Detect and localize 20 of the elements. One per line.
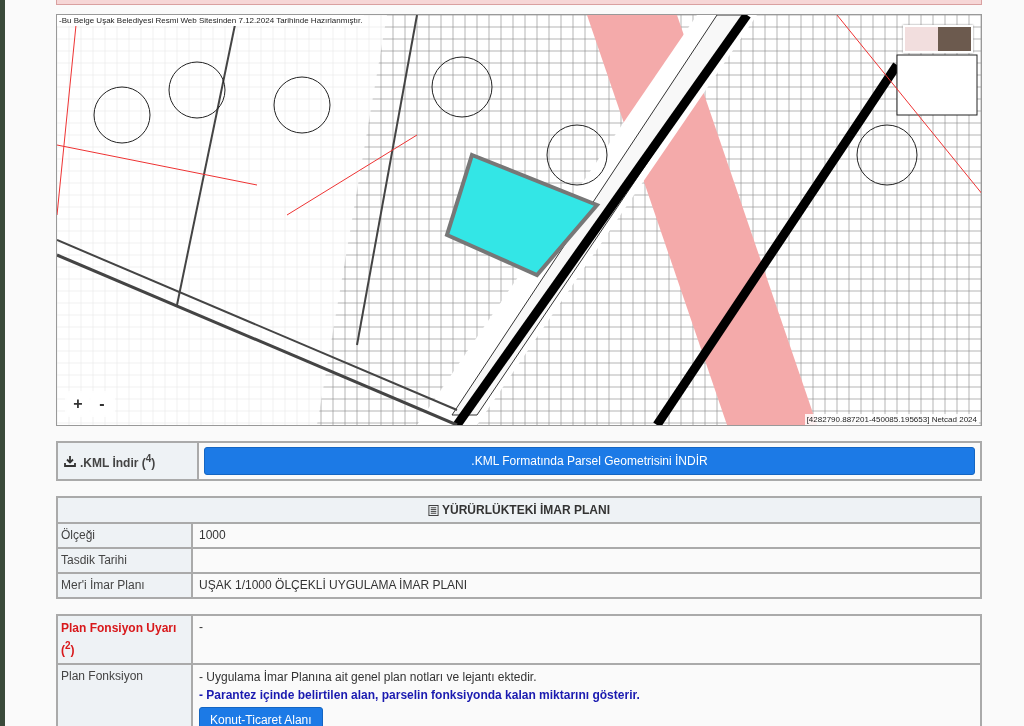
- download-icon: [64, 455, 76, 467]
- kml-label: .KML İndir ($^{4}$): [80, 452, 156, 470]
- warning-label-cell: Plan Fonsiyon Uyarı ($^{2}$): [58, 616, 193, 663]
- kml-download-button[interactable]: .KML Formatında Parsel Geometrisini İNDİR: [204, 447, 975, 475]
- value-cell-text: -: [198, 619, 204, 636]
- label-cell: Tasdik Tarihi: [58, 549, 193, 572]
- label-cell: Mer'i İmar Planı: [58, 574, 193, 597]
- map-drawing[interactable]: [57, 15, 981, 425]
- map-caption: -Bu Belge Uşak Belediyesi Resmi Web Sitesinden 7.12.2024 Tarihinde Hazırlanmıştır.: [57, 15, 365, 26]
- function-button[interactable]: Konut-Ticaret Alanı: [199, 707, 323, 726]
- map-attribution: [4282790.887201-450085.195653] Netcad 2024: [804, 414, 979, 425]
- layer-switcher-thumbnail[interactable]: [903, 25, 973, 53]
- table-title: YÜRÜRLÜKTEKİ İMAR PLANI: [442, 503, 610, 517]
- label-cell: Plan Fonksiyon: [58, 665, 193, 726]
- value-cell-text: UŞAK 1/1000 ÖLÇEKLİ UYGULAMA İMAR PLANI: [198, 577, 469, 594]
- value-cell-text: 1000: [198, 527, 227, 544]
- label-cell: Ölçeği: [58, 524, 193, 547]
- list-icon: [428, 504, 439, 516]
- note-text: - Parantez içinde belirtilen alan, parselin fonksiyonda kalan miktarını gösterir.: [199, 687, 640, 703]
- description-text: - Uygulama İmar Planına ait genel plan notları ve lejantı ektedir.: [199, 669, 537, 685]
